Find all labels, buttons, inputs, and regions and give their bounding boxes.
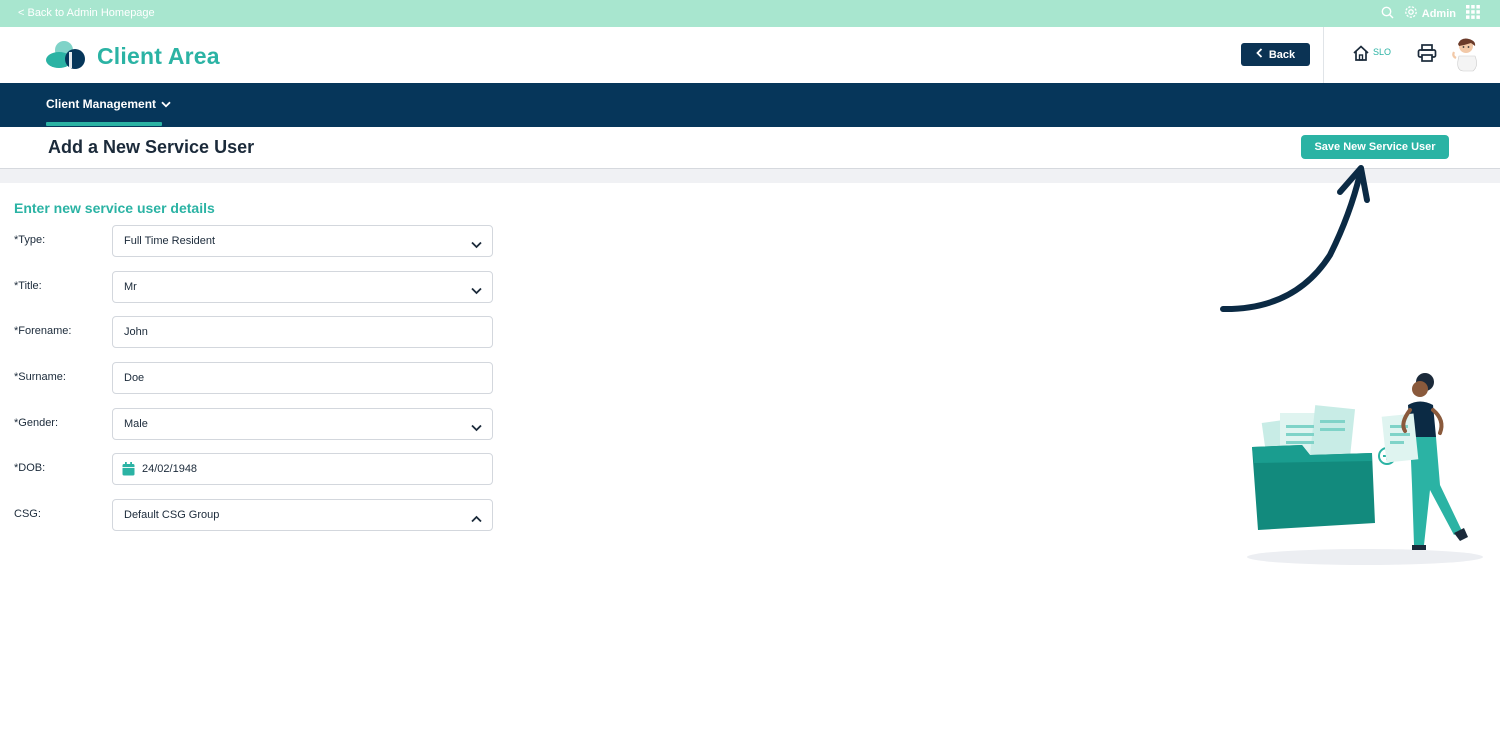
dob-label: *DOB: <box>14 462 46 474</box>
page-title: Add a New Service User <box>48 137 255 157</box>
type-row: *Type: Full Time Resident <box>14 225 494 257</box>
csg-row: CSG: Default CSG Group <box>14 499 494 531</box>
csg-select[interactable]: Default CSG Group <box>112 499 493 531</box>
gear-icon <box>1404 5 1418 22</box>
type-select[interactable]: Full Time Resident <box>112 225 493 257</box>
print-icon[interactable] <box>1417 44 1437 67</box>
brand-name: Client Area <box>97 43 220 69</box>
back-to-admin-link[interactable]: < Back to Admin Homepage <box>18 7 155 19</box>
home-button[interactable]: SLO <box>1352 44 1391 67</box>
title-row: *Title: Mr <box>14 271 494 303</box>
calendar-icon[interactable] <box>122 462 135 481</box>
header-divider <box>1323 27 1324 83</box>
chevron-up-icon <box>471 510 482 528</box>
title-value: Mr <box>124 281 137 293</box>
dob-date-input[interactable]: 24/02/1948 <box>112 453 493 485</box>
avatar[interactable] <box>1449 36 1481 72</box>
chevron-down-icon <box>161 97 171 111</box>
chevron-left-icon <box>1256 48 1263 61</box>
chevron-down-icon <box>471 419 482 437</box>
surname-row: *Surname: Doe <box>14 362 494 394</box>
folder-illustration <box>1247 373 1483 565</box>
dob-row: *DOB: 24/02/1948 <box>14 453 494 485</box>
search-icon[interactable] <box>1381 6 1394 22</box>
chevron-down-icon <box>471 282 482 300</box>
main-nav: Client Management <box>0 83 1500 127</box>
admin-bar-tools: Admin <box>1381 5 1480 22</box>
title-select[interactable]: Mr <box>112 271 493 303</box>
nav-client-management[interactable]: Client Management <box>46 97 171 111</box>
surname-value: Doe <box>124 372 145 384</box>
dob-value: 24/02/1948 <box>142 463 198 475</box>
header: Client Area Back SLO <box>0 27 1500 83</box>
surname-input[interactable]: Doe <box>112 362 493 394</box>
logo[interactable]: Client Area <box>45 38 220 75</box>
nav-active-indicator <box>46 122 162 126</box>
forename-input[interactable]: John <box>112 316 493 348</box>
site-code: SLO <box>1373 47 1392 57</box>
back-button[interactable]: Back <box>1241 43 1310 66</box>
admin-bar: < Back to Admin Homepage Admin <box>0 0 1500 27</box>
csg-value: Default CSG Group <box>124 509 220 521</box>
forename-label: *Forename: <box>14 325 72 337</box>
csg-label: CSG: <box>14 508 41 520</box>
type-value: Full Time Resident <box>124 235 216 247</box>
gender-select[interactable]: Male <box>112 408 493 440</box>
type-label: *Type: <box>14 234 46 246</box>
logo-cloud-icon <box>45 38 87 75</box>
chevron-down-icon <box>471 236 482 254</box>
surname-label: *Surname: <box>14 371 66 383</box>
admin-menu[interactable]: Admin <box>1404 5 1456 22</box>
form-section-title: Enter new service user details <box>14 200 215 216</box>
admin-label: Admin <box>1421 7 1456 20</box>
gender-value: Male <box>124 418 148 430</box>
apps-grid-icon[interactable] <box>1466 5 1480 22</box>
gender-label: *Gender: <box>14 417 59 429</box>
home-icon <box>1352 44 1370 67</box>
gender-row: *Gender: Male <box>14 408 494 440</box>
save-new-service-user-button[interactable]: Save New Service User <box>1301 135 1449 159</box>
back-button-label: Back <box>1268 48 1296 61</box>
forename-row: *Forename: John <box>14 316 494 348</box>
annotation-arrow <box>1220 165 1370 313</box>
forename-value: John <box>124 326 148 338</box>
title-label: *Title: <box>14 280 42 292</box>
nav-item-label: Client Management <box>46 97 157 111</box>
